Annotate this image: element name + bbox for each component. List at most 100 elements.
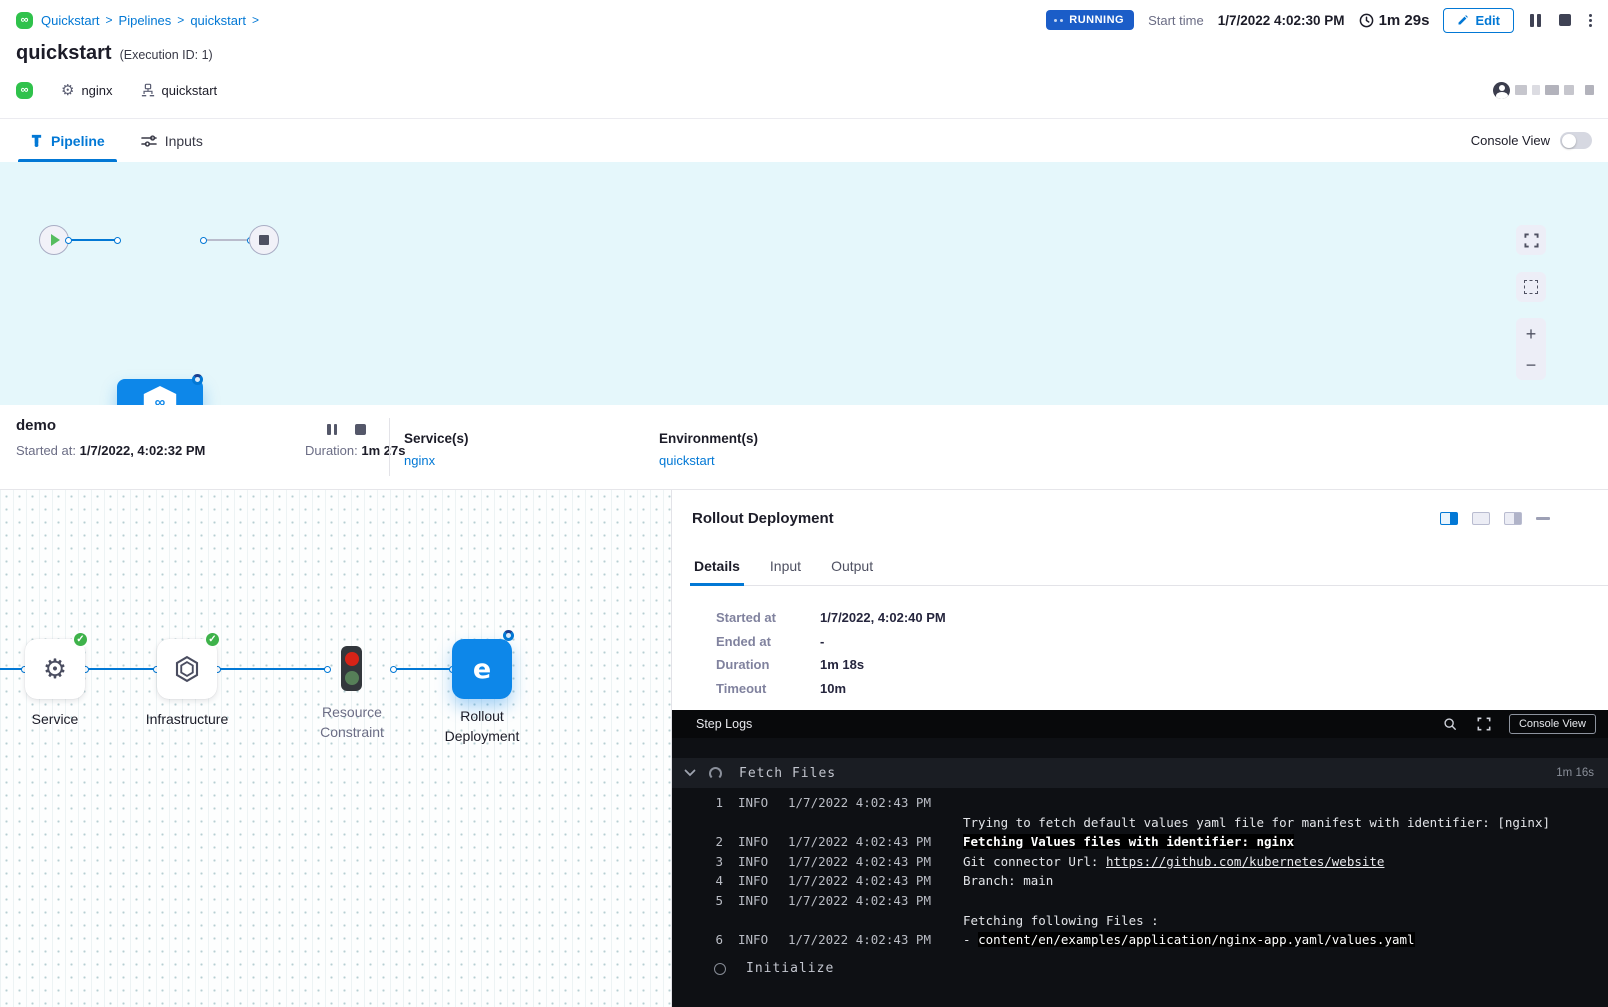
port-dot xyxy=(200,237,207,244)
avatar[interactable] xyxy=(1493,82,1510,99)
environment-link[interactable]: quickstart xyxy=(659,453,715,468)
zoom-out-button[interactable]: − xyxy=(1526,356,1537,374)
zoom-in-button[interactable]: + xyxy=(1526,325,1537,343)
success-check-icon: ✓ xyxy=(204,631,221,648)
log-message: Branch: main xyxy=(963,871,1053,891)
bottom-split: ⚙ ✓ Service ✓ Infrastructure Resource Co… xyxy=(0,490,1608,1007)
redacted-text xyxy=(1515,85,1527,95)
log-section-initialize[interactable]: Initialize xyxy=(672,954,1608,984)
pause-execution-button[interactable] xyxy=(1528,12,1543,29)
log-section-duration: 1m 16s xyxy=(1556,767,1594,779)
step-tab-output[interactable]: Output xyxy=(829,556,875,585)
stage-stop-button[interactable] xyxy=(353,422,368,437)
environments-label: Environment(s) xyxy=(659,431,758,446)
detail-label: Duration xyxy=(716,657,820,673)
log-section-fetch-files[interactable]: Fetch Files 1m 16s xyxy=(672,758,1608,788)
console-view-control: Console View xyxy=(1471,132,1592,149)
section-running-spinner-icon xyxy=(709,767,722,780)
title-row: quickstart (Execution ID: 1) xyxy=(16,42,213,65)
detail-value: 1/7/2022, 4:02:40 PM xyxy=(820,610,946,626)
step-tab-input[interactable]: Input xyxy=(768,556,803,585)
canvas-zoom-panel: + − xyxy=(1516,318,1546,380)
services-label: Service(s) xyxy=(404,431,469,446)
log-section-name: Fetch Files xyxy=(739,766,836,781)
cd-module-icon: ∞ xyxy=(16,82,33,99)
step-logs-panel: Step Logs Console View xyxy=(672,710,1608,1007)
node-rollout-deployment[interactable]: e xyxy=(452,639,512,699)
stage-pause-button[interactable] xyxy=(325,422,339,437)
stage-started: Started at: 1/7/2022, 4:02:32 PM xyxy=(16,443,205,458)
tab-inputs[interactable]: Inputs xyxy=(137,119,207,162)
log-line: 3INFO1/7/2022 4:02:43 PMGit connector Ur… xyxy=(672,852,1608,872)
tab-pipeline[interactable]: Pipeline xyxy=(26,119,109,162)
log-line: 5INFO1/7/2022 4:02:43 PM xyxy=(672,891,1608,911)
harness-logo-icon: ∞ xyxy=(16,12,33,29)
header-actions: RUNNING Start time 1/7/2022 4:02:30 PM 1… xyxy=(1046,8,1594,33)
elapsed-time: 1m 29s xyxy=(1359,12,1430,29)
port-dot xyxy=(390,666,397,673)
step-detail-panel: Rollout Deployment DetailsInputOutput St… xyxy=(672,490,1608,1007)
stage-running-spinner-icon xyxy=(192,374,203,385)
layout-split-panel-icon[interactable] xyxy=(1504,512,1522,525)
breadcrumb-link[interactable]: Quickstart xyxy=(41,13,100,28)
log-search-button[interactable] xyxy=(1441,715,1459,733)
canvas-select-button[interactable] xyxy=(1516,272,1546,302)
node-rollout-deployment-label: Rollout Deployment xyxy=(427,706,537,746)
breadcrumb-link[interactable]: quickstart xyxy=(190,13,246,28)
module-tag: ∞ xyxy=(16,82,33,99)
step-details-list: Started at1/7/2022, 4:02:40 PMEnded at-D… xyxy=(716,610,946,704)
log-link[interactable]: https://github.com/kubernetes/website xyxy=(1106,854,1384,869)
service-tag[interactable]: ⚙ nginx xyxy=(61,83,113,98)
breadcrumb-separator: > xyxy=(177,13,184,27)
environments-column: Environment(s) quickstart xyxy=(659,431,758,470)
stop-icon xyxy=(1559,14,1571,26)
pause-icon xyxy=(327,424,337,435)
stage-summary-name: demo xyxy=(16,417,56,434)
node-infrastructure[interactable] xyxy=(157,639,217,699)
sitemap-icon xyxy=(141,83,155,97)
breadcrumb-separator: > xyxy=(106,13,113,27)
step-panel-tabs: Details Input Output xyxy=(692,556,1608,586)
panel-layout-controls xyxy=(1440,512,1550,525)
pipeline-end-node[interactable] xyxy=(249,225,279,255)
node-resource-constraint[interactable] xyxy=(341,646,362,691)
log-expand-button[interactable] xyxy=(1475,715,1493,733)
layout-right-panel-icon[interactable] xyxy=(1440,512,1458,525)
canvas-fullscreen-button[interactable] xyxy=(1516,225,1546,255)
more-options-button[interactable] xyxy=(1587,12,1594,29)
success-check-icon: ✓ xyxy=(72,631,89,648)
stop-execution-button[interactable] xyxy=(1557,12,1573,28)
node-service-label: Service xyxy=(10,709,100,729)
console-view-toggle[interactable] xyxy=(1560,132,1592,149)
breadcrumb-link[interactable]: Pipelines xyxy=(119,13,172,28)
log-console-view-button[interactable]: Console View xyxy=(1509,714,1596,734)
traffic-light-green-icon xyxy=(345,671,359,685)
edit-button[interactable]: Edit xyxy=(1443,8,1514,33)
log-message: Fetching following Files : xyxy=(963,911,1159,931)
fullscreen-icon xyxy=(1477,717,1491,731)
layout-bottom-panel-icon[interactable] xyxy=(1472,512,1490,525)
service-link[interactable]: nginx xyxy=(404,453,435,468)
node-service[interactable]: ⚙ xyxy=(25,639,85,699)
service-tag-label: nginx xyxy=(81,83,112,98)
detail-value: 1m 18s xyxy=(820,657,864,673)
node-infrastructure-label: Infrastructure xyxy=(132,709,242,729)
pause-icon xyxy=(1530,14,1541,27)
step-tab-details[interactable]: Details xyxy=(692,556,742,585)
log-line: Fetching following Files : xyxy=(672,911,1608,931)
hexagon-icon xyxy=(172,654,202,684)
loading-dots-icon xyxy=(1054,19,1063,22)
breadcrumb-separator: > xyxy=(252,13,259,27)
view-tabbar: Pipeline Inputs Console View xyxy=(0,118,1608,162)
log-message: Fetching Values files with identifier: n… xyxy=(963,832,1294,852)
port-dot xyxy=(114,237,121,244)
environment-tag[interactable]: quickstart xyxy=(141,83,218,98)
stage-controls xyxy=(325,422,368,437)
inputs-icon xyxy=(141,134,157,148)
minimize-panel-icon[interactable] xyxy=(1536,517,1550,520)
page: ∞ Quickstart > Pipelines > quickstart > RUNNI… xyxy=(0,0,1608,1007)
port-dot xyxy=(324,666,331,673)
step-logs-title: Step Logs xyxy=(696,717,752,731)
tab-pipeline-label: Pipeline xyxy=(51,133,105,149)
breadcrumb-area: ∞ Quickstart > Pipelines > quickstart > xyxy=(16,12,259,29)
